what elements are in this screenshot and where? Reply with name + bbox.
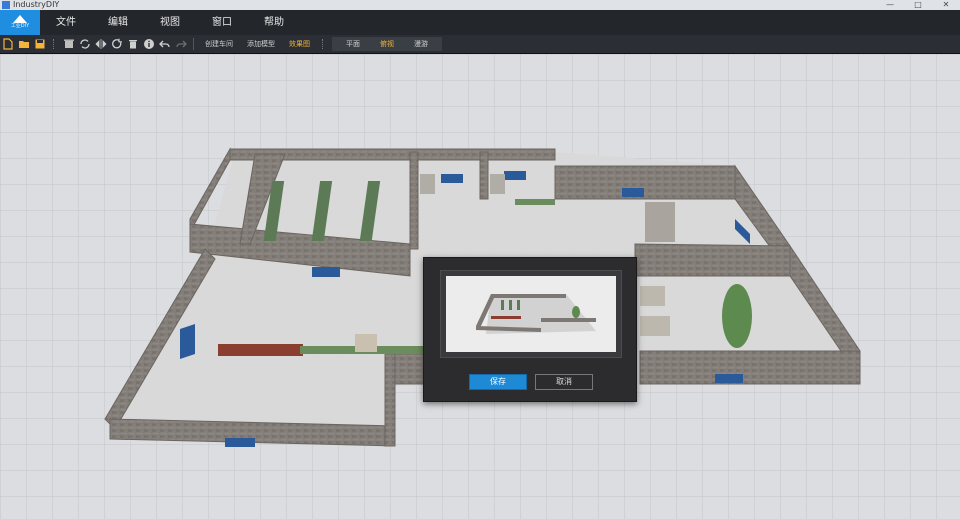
create-workshop-button[interactable]: 创建车间 <box>198 35 240 53</box>
close-button[interactable]: ✕ <box>932 0 960 10</box>
logo-text: 工业DIY <box>10 23 30 29</box>
save-button[interactable]: 保存 <box>469 374 527 390</box>
toolbar-separator <box>193 38 194 50</box>
delete-icon[interactable] <box>62 37 76 51</box>
render-image-button[interactable]: 效果图 <box>282 35 317 53</box>
save-icon[interactable] <box>33 37 47 51</box>
app-logo: 工业DIY <box>0 10 40 35</box>
maximize-button[interactable]: □ <box>904 0 932 10</box>
new-file-icon[interactable] <box>1 37 15 51</box>
render-preview-image <box>446 276 616 352</box>
menu-window[interactable]: 窗口 <box>196 10 248 35</box>
view-mode-group: 平面 俯视 漫游 <box>332 37 442 51</box>
cancel-button[interactable]: 取消 <box>535 374 593 390</box>
menu-file[interactable]: 文件 <box>40 10 92 35</box>
undo-icon[interactable] <box>158 37 172 51</box>
refresh-icon[interactable] <box>78 37 92 51</box>
toolbar: 创建车间 添加模型 效果图 平面 俯视 漫游 <box>0 35 960 54</box>
toolbar-separator <box>53 39 56 49</box>
menu-edit[interactable]: 编辑 <box>92 10 144 35</box>
flip-icon[interactable] <box>94 37 108 51</box>
preview-frame <box>440 270 622 358</box>
preview-thumbnail <box>446 276 616 352</box>
toolbar-separator <box>322 39 325 49</box>
window-title: IndustryDIY <box>13 0 60 9</box>
add-model-button[interactable]: 添加模型 <box>240 35 282 53</box>
menu-bar: 工业DIY 文件 编辑 视图 窗口 帮助 <box>0 10 960 35</box>
trash-icon[interactable] <box>126 37 140 51</box>
view-plan-tab[interactable]: 平面 <box>336 35 370 53</box>
view-top-tab[interactable]: 俯视 <box>370 35 404 53</box>
3d-viewport[interactable]: 保存 取消 <box>0 54 960 519</box>
open-folder-icon[interactable] <box>17 37 31 51</box>
menu-help[interactable]: 帮助 <box>248 10 300 35</box>
window-titlebar: IndustryDIY — □ ✕ <box>0 0 960 10</box>
rotate-icon[interactable] <box>110 37 124 51</box>
info-icon[interactable] <box>142 37 156 51</box>
window-controls: — □ ✕ <box>876 0 960 10</box>
app-icon <box>2 1 10 9</box>
save-render-dialog: 保存 取消 <box>423 257 637 402</box>
view-walk-tab[interactable]: 漫游 <box>404 35 438 53</box>
redo-icon[interactable] <box>174 37 188 51</box>
logo-mark-icon <box>13 15 27 23</box>
minimize-button[interactable]: — <box>876 0 904 10</box>
menu-view[interactable]: 视图 <box>144 10 196 35</box>
